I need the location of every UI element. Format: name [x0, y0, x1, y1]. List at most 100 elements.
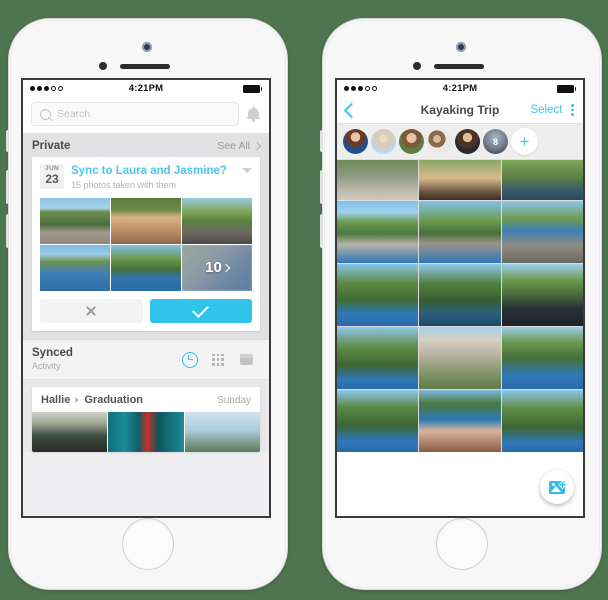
avatar-1[interactable]	[343, 129, 368, 154]
silent-switch-right[interactable]	[320, 130, 323, 152]
activity-wrap: Hallie Graduation Sunday	[23, 380, 269, 453]
clock-icon	[182, 351, 198, 368]
photo-cell[interactable]	[337, 390, 419, 452]
avatar-count-label: 8	[492, 136, 498, 147]
activity-card[interactable]: Hallie Graduation Sunday	[32, 387, 260, 453]
thumb-2[interactable]	[111, 197, 181, 244]
thumb-more-overlay: 10	[182, 245, 252, 291]
card-header: JUN 23 Sync to Laura and Jasmine? 15 pho…	[32, 157, 260, 198]
avatar-5[interactable]	[455, 129, 480, 154]
synced-subtitle: Activity	[32, 360, 61, 371]
caret-right-icon	[75, 397, 80, 404]
add-photo-fab[interactable]: +	[540, 470, 574, 504]
earpiece-speaker	[120, 64, 170, 69]
volume-up-button[interactable]	[6, 170, 9, 204]
photo-cell[interactable]	[337, 327, 419, 389]
front-camera-right	[456, 42, 466, 52]
volume-up-button-right[interactable]	[320, 170, 323, 204]
status-bar-left: 4:21PM	[23, 80, 269, 97]
avatar-3[interactable]	[399, 129, 424, 154]
add-member-button[interactable]: +	[511, 128, 538, 155]
search-icon	[40, 108, 51, 120]
close-icon	[85, 305, 97, 317]
sync-suggestion-card[interactable]: JUN 23 Sync to Laura and Jasmine? 15 pho…	[32, 157, 260, 331]
thumb-4[interactable]	[40, 244, 110, 291]
select-button[interactable]: Select	[530, 104, 562, 116]
chevron-right-icon	[221, 263, 231, 273]
date-badge: JUN 23	[40, 164, 64, 190]
photo-cell[interactable]	[419, 201, 501, 263]
photo-cell[interactable]	[419, 390, 501, 452]
synced-header: Synced Activity	[23, 338, 269, 381]
search-placeholder: Search	[57, 108, 91, 120]
activity-event: Graduation	[84, 394, 144, 407]
grid-icon	[211, 353, 225, 366]
volume-down-button-right[interactable]	[320, 214, 323, 248]
grid-view-button[interactable]	[204, 353, 232, 366]
phone-left: 4:21PM Search Private See All JUN 23 Syn…	[6, 18, 288, 590]
clock-view-button[interactable]	[176, 351, 204, 368]
kebab-menu-icon[interactable]	[571, 104, 574, 116]
check-icon	[192, 300, 210, 318]
proximity-sensor-right	[413, 62, 421, 70]
avatar-count[interactable]: 8	[483, 129, 508, 154]
activity-day: Sunday	[217, 394, 251, 406]
activity-header: Hallie Graduation Sunday	[32, 387, 260, 412]
member-avatar-bar: 8 +	[337, 123, 583, 160]
thumb-1[interactable]	[40, 197, 110, 244]
thumb-6[interactable]: 10	[182, 244, 252, 291]
bell-icon[interactable]	[246, 106, 261, 122]
activity-user: Hallie	[41, 394, 71, 407]
home-button-right[interactable]	[436, 518, 488, 570]
search-input[interactable]: Search	[31, 102, 239, 126]
photo-cell[interactable]	[419, 160, 501, 200]
card-title: Sync to Laura and Jasmine?	[71, 165, 227, 177]
photo-cell[interactable]	[501, 160, 583, 200]
see-all-label: See All	[217, 140, 250, 152]
front-camera	[142, 42, 152, 52]
volume-down-button[interactable]	[6, 214, 9, 248]
proximity-sensor	[99, 62, 107, 70]
photo-cell[interactable]	[501, 327, 583, 389]
nav-bar: Kayaking Trip Select	[337, 97, 583, 123]
avatar-2[interactable]	[371, 129, 396, 154]
photo-cell[interactable]	[501, 264, 583, 326]
silent-switch[interactable]	[6, 130, 9, 152]
card-thumbnail-grid: 10	[32, 197, 260, 291]
decline-button[interactable]	[40, 298, 143, 323]
caret-down-icon[interactable]	[242, 168, 252, 173]
date-day: 23	[45, 171, 59, 186]
box-icon	[239, 354, 253, 366]
screenshot-stage: 4:21PM Search Private See All JUN 23 Syn…	[0, 0, 608, 600]
section-header-private: Private See All	[23, 133, 269, 157]
sync-card-wrap: JUN 23 Sync to Laura and Jasmine? 15 pho…	[23, 157, 269, 339]
synced-title: Synced	[32, 346, 73, 359]
activity-thumb-1[interactable]	[32, 412, 108, 453]
earpiece-speaker-right	[434, 64, 484, 69]
photo-cell[interactable]	[501, 201, 583, 263]
card-subtitle: 15 photos taken with them	[71, 180, 177, 191]
avatar-4[interactable]	[427, 129, 452, 154]
status-time: 4:21PM	[442, 83, 478, 94]
photo-cell[interactable]	[337, 264, 419, 326]
accept-button[interactable]	[149, 298, 252, 323]
photo-cell[interactable]	[501, 390, 583, 452]
thumb-5[interactable]	[111, 244, 181, 291]
search-row: Search	[23, 97, 269, 133]
thumb-more-count: 10	[205, 259, 222, 277]
phone-right: 4:21PM Kayaking Trip Select 8 + +	[320, 18, 602, 590]
photo-cell[interactable]	[337, 201, 419, 263]
add-photo-icon: +	[549, 479, 566, 494]
photo-cell[interactable]	[419, 327, 501, 389]
photo-cell[interactable]	[337, 160, 419, 200]
albums-view-button[interactable]	[232, 354, 260, 366]
activity-thumb-2[interactable]	[108, 412, 184, 453]
chevron-left-icon[interactable]	[343, 102, 360, 118]
see-all-button[interactable]: See All	[217, 140, 262, 152]
home-button-left[interactable]	[122, 518, 174, 570]
activity-thumbnails	[32, 412, 260, 453]
photo-cell[interactable]	[419, 264, 501, 326]
photo-grid	[337, 160, 583, 452]
thumb-3[interactable]	[182, 197, 252, 244]
activity-thumb-3[interactable]	[184, 412, 260, 453]
